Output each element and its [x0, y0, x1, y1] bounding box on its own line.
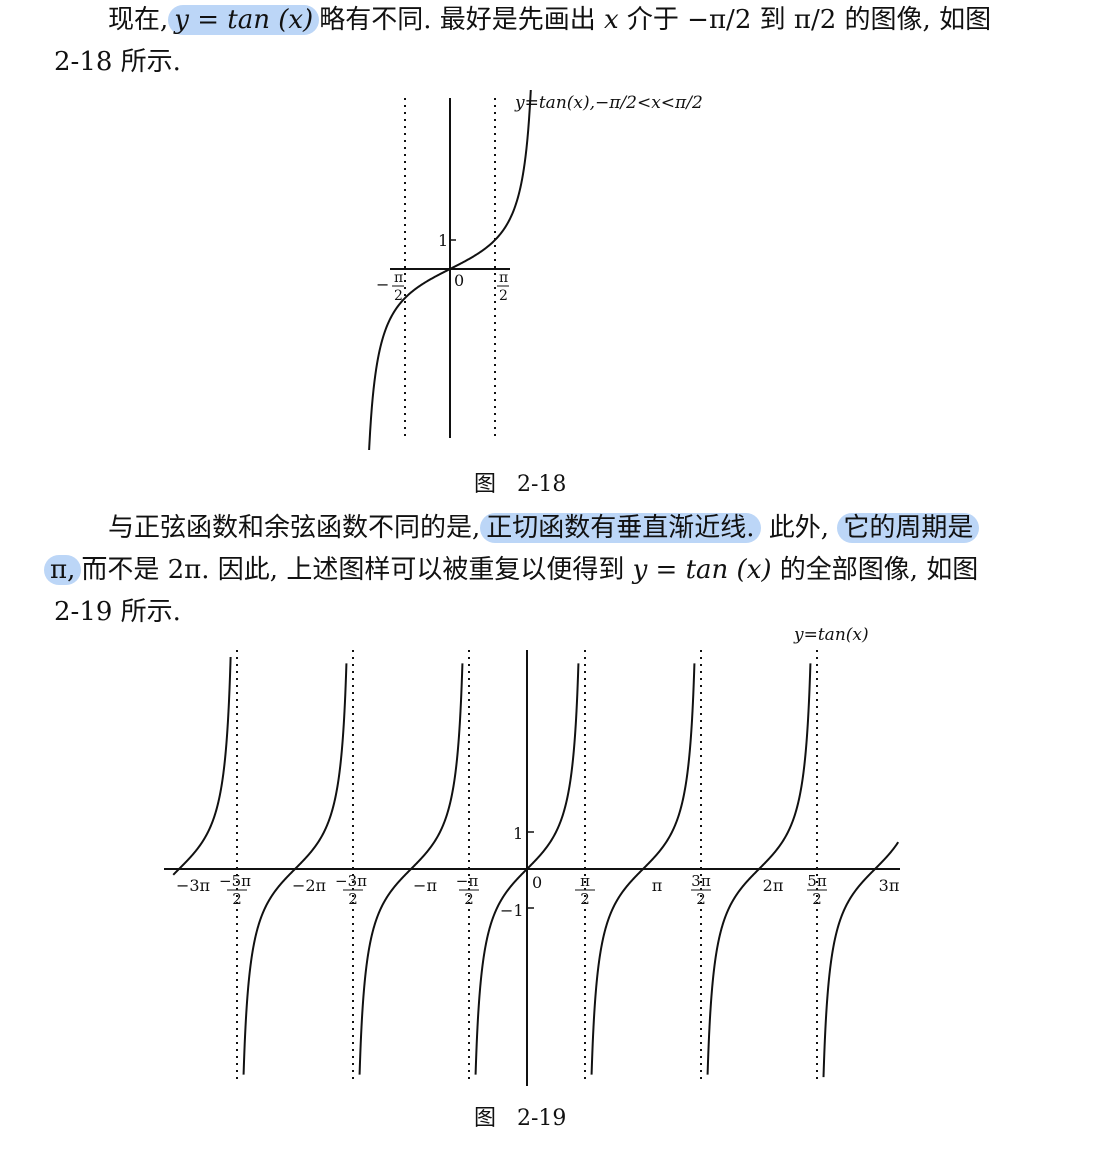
x-tick-label: 3π: [879, 876, 900, 895]
x-tick-numerator: π: [580, 872, 590, 890]
x-tick-label: −π2: [456, 872, 479, 908]
x-tick-denominator: 2: [696, 890, 706, 908]
caption-number: 2-18: [517, 472, 567, 497]
x-tick-denominator: 2: [232, 890, 242, 908]
caption-prefix: 图: [474, 1106, 497, 1131]
x-tick-label: −5π2: [219, 872, 251, 908]
para2-formula: y = tan (x): [632, 555, 772, 585]
para2-tail: 的全部图像, 如图: [779, 555, 979, 585]
x-tick-text: −2π: [292, 876, 326, 895]
caption-number: 2-19: [517, 1106, 567, 1131]
x-tick-denominator: 2: [580, 890, 590, 908]
x-label-right-den: 2: [499, 288, 508, 304]
figure-2-19: −3π −5π2−2π −3π2−π −π2π2π 3π22π 5π23π y=tan(x…: [164, 625, 900, 1086]
para2-lead: 与正弦函数和余弦函数不同的是,: [108, 513, 481, 543]
para1-rest-b: 介于 −π/2 到 π/2 的图像, 如图: [626, 5, 992, 35]
highlight-asymptote[interactable]: 正切函数有垂直渐近线.: [480, 513, 761, 543]
curve-label: y=tan(x): [793, 625, 869, 645]
x-tick-label: −2π: [292, 876, 326, 895]
y-tick-label-1: 1: [513, 824, 523, 843]
x-tick-text: 3π: [879, 876, 900, 895]
highlight-formula[interactable]: y = tan (x): [168, 5, 320, 35]
caption-2-18: 图 2-18: [474, 466, 566, 498]
x-tick-numerator: 3π: [691, 872, 711, 890]
x-tick-denominator: 2: [464, 890, 474, 908]
paragraph-2-line-2: π, 而不是 2π. 因此, 上述图样可以被重复以便得到 y = tan (x) …: [44, 554, 978, 586]
x-tick-label: −3π: [176, 876, 210, 895]
paragraph-1-line-1: 现在, y = tan (x) 略有不同. 最好是先画出 x 介于 −π/2 到 π…: [108, 4, 991, 36]
x-tick-numerator: −π: [456, 872, 479, 890]
figure-2-18: y=tan(x),−π/2<x<π/2 1 0 − π 2 π 2: [368, 90, 703, 450]
para2-rest: 而不是 2π. 因此, 上述图样可以被重复以便得到: [81, 555, 625, 585]
x-label-left-den: 2: [394, 288, 403, 304]
caption-prefix: 图: [474, 472, 497, 497]
para1-rest-a: 略有不同. 最好是先画出: [319, 5, 596, 35]
origin-label: 0: [454, 271, 464, 290]
para1-lead: 现在,: [108, 5, 169, 35]
x-tick-label: π: [652, 876, 663, 895]
x-tick-denominator: 2: [348, 890, 358, 908]
x-tick-label: 5π2: [807, 872, 827, 908]
origin-label: 0: [532, 873, 542, 892]
x-tick-text: −π: [413, 876, 437, 895]
paragraph-1-line-2: 2-18 所示.: [54, 47, 181, 77]
x-tick-label: π2: [575, 872, 595, 908]
para2-mid: 此外,: [768, 513, 830, 543]
curve-label: y=tan(x),−π/2<x<π/2: [514, 93, 703, 113]
x-tick-text: π: [652, 876, 663, 895]
x-label-right-num: π: [499, 270, 508, 286]
x-tick-numerator: 5π: [807, 872, 827, 890]
tan-branch: [172, 656, 232, 876]
y-tick-label-1: 1: [438, 231, 448, 250]
x-tick-label: 2π: [763, 876, 784, 895]
para1-var-x: x: [603, 5, 619, 35]
x-tick-label: −3π2: [335, 872, 367, 908]
x-tick-text: −3π: [176, 876, 210, 895]
x-label-left-minus: −: [376, 275, 389, 294]
x-tick-label: −π: [413, 876, 437, 895]
x-tick-numerator: −5π: [219, 872, 251, 890]
x-tick-label: 3π2: [691, 872, 711, 908]
y-tick-label-neg1: −1: [500, 901, 524, 920]
x-tick-text: 2π: [763, 876, 784, 895]
x-tick-denominator: 2: [812, 890, 822, 908]
highlight-pi[interactable]: π,: [44, 555, 82, 585]
highlight-period[interactable]: 它的周期是: [837, 513, 980, 543]
x-tick-numerator: −3π: [335, 872, 367, 890]
x-label-left-num: π: [394, 270, 403, 286]
paragraph-2-line-1: 与正弦函数和余弦函数不同的是, 正切函数有垂直渐近线. 此外, 它的周期是: [108, 512, 980, 544]
caption-2-19: 图 2-19: [474, 1100, 566, 1132]
